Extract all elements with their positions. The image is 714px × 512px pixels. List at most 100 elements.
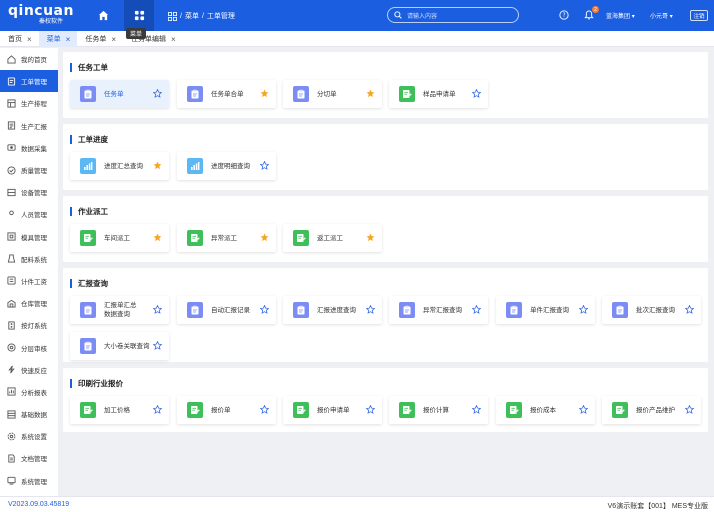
star-outline-icon[interactable] [472,89,481,98]
menu-card[interactable]: 汇报进度查询 [283,296,382,324]
menu-card[interactable]: 进度汇总查询 [70,152,169,180]
sidebar-item[interactable]: 按灯系统 [0,314,58,336]
edit-doc-icon [510,406,519,415]
star-filled-icon[interactable] [366,89,375,98]
menu-card[interactable]: 样品申请单 [389,80,488,108]
star-outline-icon[interactable] [153,405,162,414]
close-icon[interactable]: × [111,35,116,44]
sidebar-item[interactable]: 设备管理 [0,181,58,203]
menu-card[interactable]: 报价单 [177,396,276,424]
star-outline-icon[interactable] [579,405,588,414]
menu-card[interactable]: 进度明细查询 [177,152,276,180]
card-icon-tile [80,302,96,318]
search-input[interactable]: 请输入内容 [387,7,519,23]
tab-home[interactable]: 首页 × [0,31,39,47]
help-button[interactable]: ? [558,9,570,21]
menu-card[interactable]: 汇报单汇总 数据查询 [70,296,169,324]
menu-card[interactable]: 异常汇报查询 [389,296,488,324]
star-outline-icon[interactable] [685,405,694,414]
card-label: 车间派工 [104,234,130,242]
menu-button[interactable] [124,0,154,31]
menu-card[interactable]: 报价成本 [496,396,595,424]
menu-card[interactable]: 自动汇报记录 [177,296,276,324]
star-filled-icon[interactable] [366,233,375,242]
star-filled-icon[interactable] [260,89,269,98]
star-outline-icon[interactable] [472,405,481,414]
sidebar-item[interactable]: 我的首页 [0,48,58,70]
tab-task-order[interactable]: 任务单 × [77,31,123,47]
user-menu[interactable]: 小元哥 ▾ [650,11,673,20]
menu-card[interactable]: 批次汇报查询 [602,296,701,324]
star-outline-icon[interactable] [153,341,162,350]
menu-card[interactable]: 大小卷关联查询 [70,332,169,360]
sidebar-item[interactable]: 模具管理 [0,226,58,248]
card-label: 单件汇报查询 [530,306,569,314]
star-outline-icon[interactable] [579,305,588,314]
star-outline-icon[interactable] [260,405,269,414]
schedule-icon [7,99,16,108]
menu-card[interactable]: 任务单 [70,80,169,108]
close-icon[interactable]: × [171,35,176,44]
home-button[interactable] [88,0,118,31]
sidebar-item[interactable]: 分层审核 [0,336,58,358]
close-icon[interactable]: × [27,35,32,44]
card-label: 任务单合单 [211,90,244,98]
menu-card[interactable]: 异常派工 [177,224,276,252]
menu-section: 印刷行业报价 加工价格 报价单 报价申请单 报价计算 报价成本 报价产品维护 [63,368,708,432]
sidebar-item[interactable]: 仓库管理 [0,292,58,314]
star-outline-icon[interactable] [472,305,481,314]
tab-menu[interactable]: 菜单 × [38,31,78,47]
menu-card[interactable]: 分切单 [283,80,382,108]
sidebar-item-label: 生产排程 [21,101,47,109]
star-outline-icon[interactable] [366,305,375,314]
close-icon[interactable]: × [66,35,71,44]
sidebar-item[interactable]: 质量管理 [0,159,58,181]
star-outline-icon[interactable] [260,305,269,314]
star-filled-icon[interactable] [260,233,269,242]
user-name: 小元哥 [650,14,669,20]
star-filled-icon[interactable] [153,161,162,170]
logout-button[interactable]: 注销 [690,10,708,21]
menu-card[interactable]: 单件汇报查询 [496,296,595,324]
clipboard-icon [297,89,305,99]
card-icon-tile [80,158,96,174]
notification-button[interactable]: 2 [583,6,599,21]
star-outline-icon[interactable] [153,305,162,314]
order-icon [7,77,16,86]
database-icon [7,410,16,419]
sidebar-item[interactable]: 生产汇报 [0,115,58,137]
sidebar-item[interactable]: 基础数据 [0,403,58,425]
sidebar-item-label: 配料系统 [21,256,47,264]
card-icon-tile [80,86,96,102]
logo: qincuan 秦权软件 [8,4,74,25]
sidebar-item[interactable]: 系统管理 [0,470,58,492]
menu-card[interactable]: 报价申请单 [283,396,382,424]
sidebar-item[interactable]: 数据采集 [0,137,58,159]
sidebar-item[interactable]: 分析报表 [0,381,58,403]
notification-badge: 2 [592,6,599,13]
sidebar-item[interactable]: 人员管理 [0,203,58,225]
menu-card[interactable]: 车间派工 [70,224,169,252]
star-outline-icon[interactable] [260,161,269,170]
menu-card[interactable]: 加工价格 [70,396,169,424]
menu-card[interactable]: 返工派工 [283,224,382,252]
sidebar-item[interactable]: 配料系统 [0,248,58,270]
sidebar-item[interactable]: 文档管理 [0,447,58,469]
sidebar-item[interactable]: 工单管理 [0,70,58,93]
company-selector[interactable]: 蓝海集团 ▾ [606,11,635,20]
menu-grid-icon [168,11,177,21]
star-filled-icon[interactable] [153,233,162,242]
star-outline-icon[interactable] [685,305,694,314]
menu-card[interactable]: 任务单合单 [177,80,276,108]
sidebar-item[interactable]: 系统设置 [0,425,58,447]
logo-subtitle: 秦权软件 [39,19,64,25]
breadcrumb-item[interactable]: 菜单 [185,11,199,21]
sidebar-item[interactable]: 计件工资 [0,270,58,292]
sidebar-item[interactable]: 生产排程 [0,92,58,114]
star-outline-icon[interactable] [153,89,162,98]
tab-label: 菜单 [46,36,61,43]
sidebar-item[interactable]: 快速反应 [0,359,58,381]
menu-card[interactable]: 报价产品维护 [602,396,701,424]
star-outline-icon[interactable] [366,405,375,414]
menu-card[interactable]: 报价计算 [389,396,488,424]
